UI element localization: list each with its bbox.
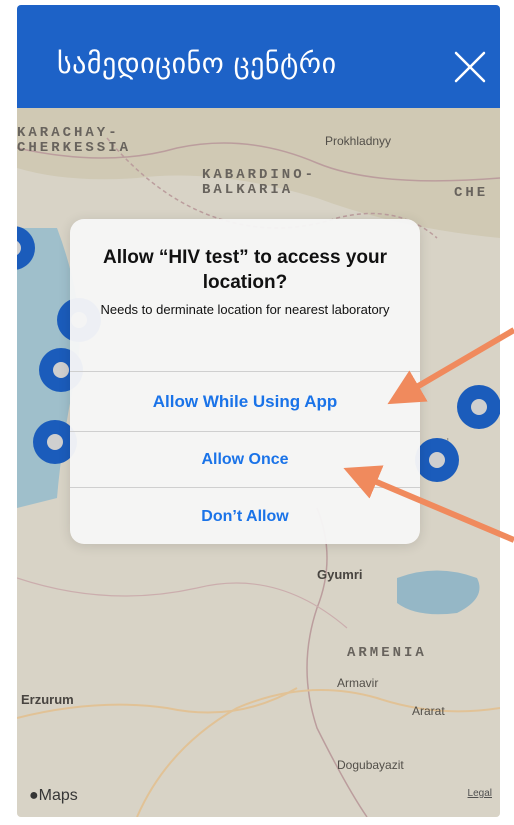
location-permission-alert: Allow “HIV test” to access your location…	[70, 219, 420, 544]
alert-title: Allow “HIV test” to access your location…	[102, 247, 388, 293]
alert-message: Needs to derminate location for nearest …	[100, 302, 390, 317]
allow-once-button[interactable]: Allow Once	[70, 431, 420, 488]
dont-allow-button[interactable]: Don’t Allow	[70, 487, 420, 544]
close-icon[interactable]	[452, 49, 488, 85]
page-title: სამედიცინო ცენტრი	[57, 47, 337, 80]
header-bar: სამედიცინო ცენტრი	[17, 5, 500, 108]
allow-while-using-button[interactable]: Allow While Using App	[70, 371, 420, 432]
